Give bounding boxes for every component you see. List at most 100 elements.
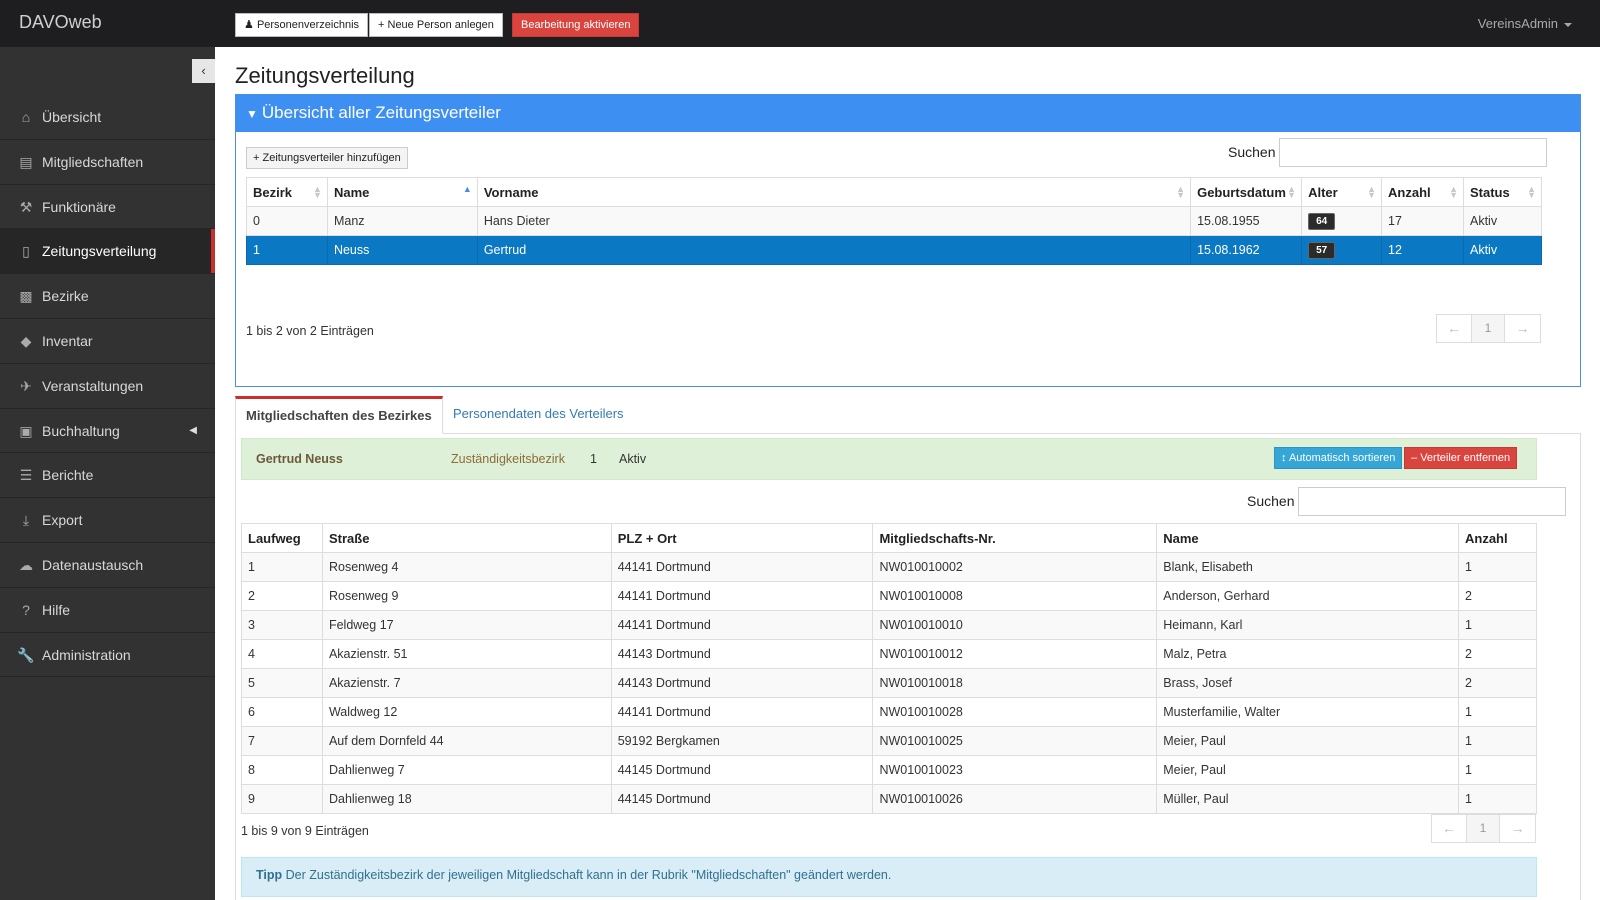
table-row[interactable]: 4 Akazienstr. 51 44143 Dortmund NW010010012…	[241, 639, 1538, 669]
table-row[interactable]: 2 Rosenweg 9 44141 Dortmund NW010010008 Ande…	[241, 581, 1538, 611]
column-label: Bezirk	[253, 184, 293, 200]
table-row[interactable]: 5 Akazienstr. 7 44143 Dortmund NW010010018 B…	[241, 668, 1538, 698]
column-header-mitgliedschafts-nr[interactable]: Mitgliedschafts-Nr.	[872, 523, 1158, 553]
cell-mitgliedschafts-nr: NW010010028	[872, 697, 1158, 727]
page-title: Zeitungsverteilung	[235, 63, 415, 88]
cell-vorname: Gertrud	[476, 235, 1192, 265]
sidebar-item-inventar[interactable]: ◆ Inventar	[0, 319, 215, 364]
cell-anzahl: 2	[1457, 668, 1538, 698]
column-header-alter[interactable]: Alter ▲ ▼	[1301, 177, 1383, 207]
sidebar-collapse-button[interactable]: ‹	[192, 59, 215, 83]
table-row[interactable]: 6 Waldweg 12 44141 Dortmund NW010010028 Must…	[241, 697, 1538, 727]
cell-geburtsdatum: 15.08.1955	[1190, 206, 1303, 236]
column-header-geburtsdatum[interactable]: Geburtsdatum ▲ ▼	[1190, 177, 1303, 207]
tip-label: Tipp	[256, 868, 283, 882]
column-header-plz-ort[interactable]: PLZ + Ort	[610, 523, 874, 553]
column-header-status[interactable]: Status ▲ ▼	[1462, 177, 1543, 207]
sidebar-item-mitgliedschaften[interactable]: ▤ Mitgliedschaften	[0, 140, 215, 185]
money-icon: ▣	[19, 422, 33, 439]
column-header-laufweg[interactable]: Laufweg	[241, 523, 323, 553]
sidebar-item-hilfe[interactable]: ? Hilfe	[0, 588, 215, 633]
pagination-next[interactable]: →	[1505, 315, 1540, 342]
sidebar-item-bezirke[interactable]: ▩ Bezirke	[0, 274, 215, 319]
sidebar-item-label: Datenaustausch	[42, 556, 144, 573]
sidebar-item-label: Hilfe	[42, 601, 71, 618]
column-header-name[interactable]: Name	[1156, 523, 1459, 553]
cell-name: Neuss	[326, 235, 478, 265]
new-person-button[interactable]: + Neue Person anlegen	[369, 13, 503, 37]
sidebar-item-zeitungsverteilung[interactable]: ▯ Zeitungsverteilung	[0, 229, 215, 275]
question-icon: ?	[22, 601, 30, 618]
sidebar-item-export[interactable]: ⤓ Export	[0, 498, 215, 543]
download-icon: ⤓	[22, 512, 30, 529]
cell-plz-ort: 44141 Dortmund	[610, 581, 874, 611]
pagination-prev[interactable]: ←	[1432, 815, 1467, 842]
pagination-next[interactable]: →	[1500, 815, 1535, 842]
tags-icon: ◆	[20, 332, 32, 349]
search-input[interactable]	[1279, 138, 1547, 167]
column-header-name[interactable]: Name ▲	[326, 177, 478, 207]
tip-alert: Tipp Der Zuständigkeitsbezirk der jeweil…	[241, 857, 1537, 897]
file-icon: ▯	[22, 243, 30, 260]
cell-name: Müller, Paul	[1156, 784, 1459, 814]
add-distributor-label: Zeitungsverteiler hinzufügen	[262, 152, 401, 164]
sidebar-item-label: Veranstaltungen	[42, 377, 144, 394]
sidebar-item-label: Übersicht	[42, 109, 102, 125]
sidebar-item-datenaustausch[interactable]: ☁ Datenaustausch	[0, 543, 215, 588]
sidebar-item-buchhaltung[interactable]: ▣ Buchhaltung ◀	[0, 409, 215, 454]
table-row-selected[interactable]: 1 Neuss Gertrud 15.08.1962 57 12 Aktiv	[246, 235, 1543, 265]
members-search-input[interactable]	[1298, 487, 1566, 516]
table-row[interactable]: 7 Auf dem Dornfeld 44 59192 Bergkamen NW010…	[241, 726, 1538, 756]
sidebar-item-veranstaltungen[interactable]: ✈ Veranstaltungen	[0, 364, 215, 409]
sidebar-item-berichte[interactable]: ☰ Berichte	[0, 453, 215, 499]
brand-logo[interactable]: DAVOweb	[19, 12, 102, 33]
pagination-prev[interactable]: ←	[1437, 315, 1472, 342]
cell-anzahl: 1	[1457, 610, 1538, 640]
sort-icon: ▲ ▼	[1287, 184, 1297, 200]
table-row[interactable]: 0 Manz Hans Dieter 15.08.1955 64 17 Akti…	[246, 206, 1543, 236]
sidebar-item-funktionaere[interactable]: ⚒ Funktionäre	[0, 185, 215, 230]
table-row[interactable]: 3 Feldweg 17 44141 Dortmund NW010010010 Heim…	[241, 610, 1538, 640]
pagination-page[interactable]: 1	[1472, 315, 1505, 342]
sidebar-item-label: Bezirke	[42, 288, 89, 305]
members-table-info: 1 bis 9 von 9 Einträgen	[241, 824, 369, 838]
column-header-vorname[interactable]: Vorname ▲ ▼	[476, 177, 1192, 207]
column-header-anzahl[interactable]: Anzahl	[1457, 523, 1538, 553]
cell-plz-ort: 59192 Bergkamen	[610, 726, 874, 756]
cell-strasse: Waldweg 12	[321, 697, 612, 727]
add-distributor-button[interactable]: + Zeitungsverteiler hinzufügen	[246, 147, 408, 169]
sidebar-item-label: Mitgliedschaften	[42, 153, 144, 170]
pagination-page[interactable]: 1	[1467, 815, 1500, 842]
user-menu[interactable]: VereinsAdmin	[1478, 16, 1572, 31]
activate-edit-button[interactable]: Bearbeitung aktivieren	[512, 13, 640, 37]
remove-distributor-button[interactable]: – Verteiler entfernen	[1404, 447, 1518, 469]
column-header-anzahl[interactable]: Anzahl ▲ ▼	[1381, 177, 1464, 207]
cell-laufweg: 1	[241, 552, 323, 582]
tab-personendaten[interactable]: Personendaten des Verteilers	[443, 396, 634, 434]
district-label: Zuständigkeitsbezirk	[451, 452, 565, 466]
auto-sort-label: Automatisch sortieren	[1288, 452, 1396, 464]
personenverzeichnis-button[interactable]: ♟ Personenverzeichnis	[235, 13, 369, 37]
filter-icon: ▼	[246, 107, 258, 121]
cell-laufweg: 5	[241, 668, 323, 698]
table-row[interactable]: 9 Dahlienweg 18 44145 Dortmund NW010010026 M…	[241, 784, 1538, 814]
table-row[interactable]: 8 Dahlienweg 7 44145 Dortmund NW010010023 Me…	[241, 755, 1538, 785]
column-header-strasse[interactable]: Straße	[321, 523, 612, 553]
cell-strasse: Rosenweg 4	[321, 552, 612, 582]
auto-sort-button[interactable]: ↕ Automatisch sortieren	[1274, 447, 1403, 469]
panel-title: Übersicht aller Zeitungsverteiler	[261, 103, 501, 122]
cell-anzahl: 12	[1381, 235, 1464, 265]
wrench-icon: 🔧	[17, 646, 35, 663]
cell-laufweg: 9	[241, 784, 323, 814]
cell-laufweg: 4	[241, 639, 323, 669]
table-row[interactable]: 1 Rosenweg 4 44141 Dortmund NW010010002 Blan…	[241, 552, 1538, 582]
sidebar-item-administration[interactable]: 🔧 Administration	[0, 633, 215, 678]
tab-mitgliedschaften-bezirk[interactable]: Mitgliedschaften des Bezirkes	[235, 396, 443, 434]
cell-name: Malz, Petra	[1156, 639, 1459, 669]
cell-mitgliedschafts-nr: NW010010026	[872, 784, 1158, 814]
column-header-bezirk[interactable]: Bezirk ▲ ▼	[246, 177, 328, 207]
sidebar: ‹ ⌂ Übersicht ▤ Mitgliedschaften ⚒ Funkt…	[0, 47, 215, 900]
sidebar-item-uebersicht[interactable]: ⌂ Übersicht	[0, 95, 215, 140]
cell-name: Meier, Paul	[1156, 755, 1459, 785]
column-label: Geburtsdatum	[1197, 184, 1286, 200]
